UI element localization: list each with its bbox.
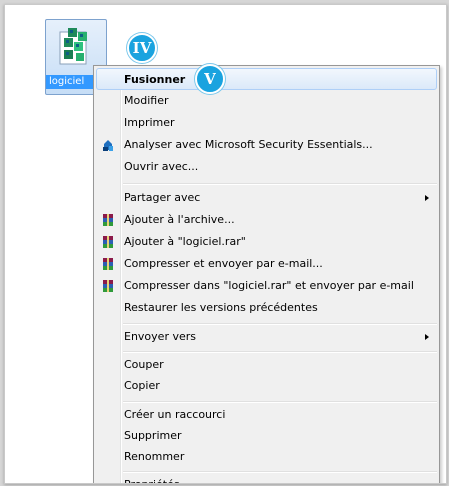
- menu-item-compresser-envoyer[interactable]: Compresser et envoyer par e-mail...: [96, 253, 437, 275]
- menu-item-restaurer-versions[interactable]: Restaurer les versions précédentes: [96, 297, 437, 319]
- menu-item-supprimer[interactable]: Supprimer: [96, 425, 437, 447]
- menu-item-couper[interactable]: Couper: [96, 354, 437, 376]
- menu-item-creer-raccourci[interactable]: Créer un raccourci: [96, 404, 437, 426]
- menu-item-label: Ouvrir avec...: [124, 160, 199, 173]
- menu-item-modifier[interactable]: Modifier: [96, 90, 437, 112]
- menu-separator: [123, 351, 437, 353]
- menu-item-label: Partager avec: [124, 191, 201, 204]
- menu-item-label: Fusionner: [124, 73, 186, 86]
- context-menu: Fusionner Modifier Imprimer Analyser ave…: [93, 65, 440, 483]
- winrar-icon: [103, 236, 113, 248]
- menu-item-label: Ajouter à "logiciel.rar": [124, 235, 246, 248]
- menu-item-ajouter-rar[interactable]: Ajouter à "logiciel.rar": [96, 231, 437, 253]
- registry-file-icon: [59, 28, 87, 65]
- menu-item-fusionner[interactable]: Fusionner: [96, 68, 437, 90]
- menu-separator: [123, 183, 437, 185]
- menu-separator: [123, 401, 437, 403]
- menu-separator: [123, 323, 437, 325]
- menu-item-partager-avec[interactable]: Partager avec: [96, 187, 437, 209]
- menu-item-label: Modifier: [124, 94, 169, 107]
- winrar-icon: [103, 280, 113, 292]
- menu-item-analyser[interactable]: Analyser avec Microsoft Security Essenti…: [96, 134, 437, 156]
- menu-item-envoyer-vers[interactable]: Envoyer vers: [96, 326, 437, 348]
- menu-separator: [123, 471, 437, 473]
- step-badge-v: V: [195, 64, 225, 94]
- menu-item-label: Ajouter à l'archive...: [124, 213, 235, 226]
- menu-item-label: Envoyer vers: [124, 330, 196, 343]
- menu-item-label: Restaurer les versions précédentes: [124, 301, 318, 314]
- menu-item-renommer[interactable]: Renommer: [96, 446, 437, 468]
- menu-item-label: Couper: [124, 358, 164, 371]
- menu-item-ouvrir-avec[interactable]: Ouvrir avec...: [96, 156, 437, 178]
- menu-item-compresser-rar-email[interactable]: Compresser dans "logiciel.rar" et envoye…: [96, 275, 437, 297]
- menu-item-label: Renommer: [124, 450, 185, 463]
- menu-item-copier[interactable]: Copier: [96, 375, 437, 397]
- menu-item-label: Analyser avec Microsoft Security Essenti…: [124, 138, 373, 151]
- submenu-arrow-icon: [425, 334, 429, 340]
- menu-item-label: Propriétés: [124, 474, 180, 483]
- menu-item-proprietes[interactable]: Propriétés: [96, 474, 437, 483]
- screenshot-frame: logiciel IV Fusionner Modifier Imprimer …: [4, 4, 447, 484]
- menu-item-label: Créer un raccourci: [124, 408, 226, 421]
- menu-item-imprimer[interactable]: Imprimer: [96, 112, 437, 134]
- step-badge-iv: IV: [127, 33, 157, 63]
- menu-item-ajouter-archive[interactable]: Ajouter à l'archive...: [96, 209, 437, 231]
- menu-item-label: Compresser dans "logiciel.rar" et envoye…: [124, 279, 414, 292]
- winrar-icon: [103, 258, 113, 270]
- menu-item-label: Compresser et envoyer par e-mail...: [124, 257, 323, 270]
- submenu-arrow-icon: [425, 195, 429, 201]
- winrar-icon: [103, 214, 113, 226]
- menu-item-label: Imprimer: [124, 116, 175, 129]
- menu-item-label: Supprimer: [124, 429, 182, 442]
- security-essentials-icon: [103, 140, 113, 151]
- menu-item-label: Copier: [124, 379, 160, 392]
